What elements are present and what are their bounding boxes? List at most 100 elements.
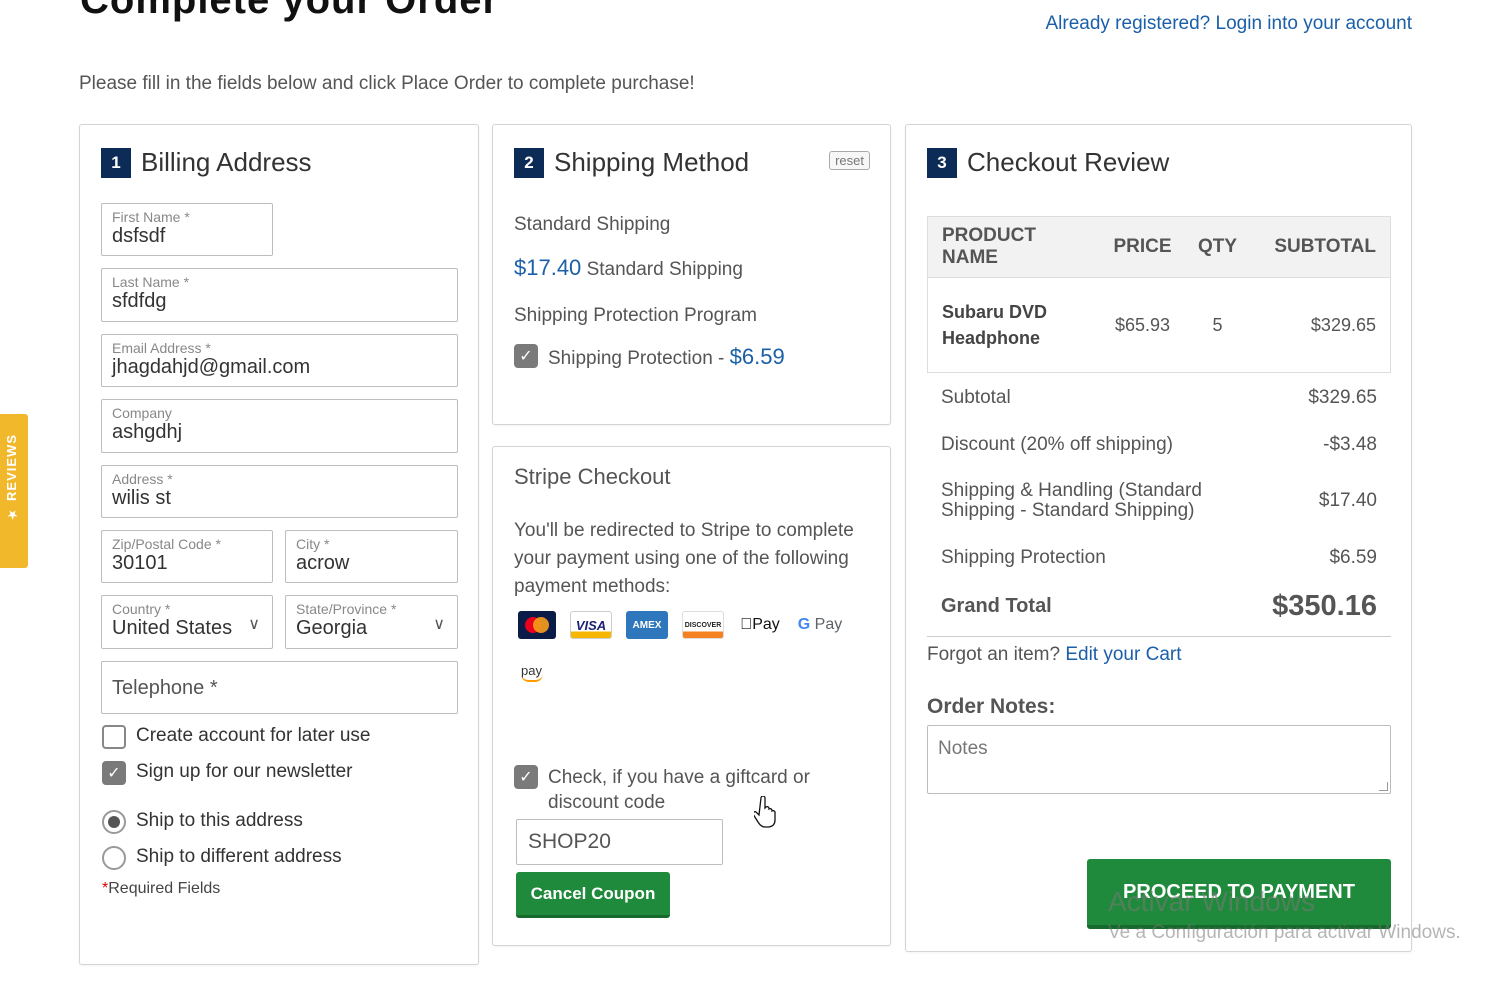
company-field[interactable]: Company ashgdhj	[101, 399, 458, 453]
shipping-handling-row: Shipping & Handling (Standard Shipping -…	[941, 481, 1377, 521]
chevron-down-icon: ∨	[433, 616, 445, 633]
field-label: Country	[112, 601, 162, 617]
review-header: 3 Checkout Review	[927, 147, 1169, 178]
table-row: Subaru DVD Headphone $65.93 5 $329.65	[928, 278, 1391, 373]
panel-title: Billing Address	[141, 147, 312, 177]
cancel-coupon-button[interactable]: Cancel Coupon	[516, 872, 670, 918]
apple-pay-icon: Pay	[740, 616, 780, 633]
city-field[interactable]: City * acrow	[285, 530, 458, 583]
grand-total-value: $350.16	[1272, 590, 1377, 622]
address-field[interactable]: Address * wilis st	[101, 465, 458, 518]
radio-button[interactable]	[102, 810, 126, 834]
field-value: dsfsdf	[112, 225, 166, 247]
summary-value: $17.40	[1318, 490, 1377, 511]
summary-label: Shipping & Handling (Standard Shipping -…	[941, 480, 1202, 521]
product-price: $65.93	[1114, 314, 1171, 335]
payment-methods: VISA AMEX DISCOVER Pay G Pay	[518, 611, 844, 639]
column-header: PRODUCT NAME	[927, 216, 1098, 278]
country-select[interactable]: Country * United States ∨	[101, 595, 273, 649]
column-header: PRICE	[1097, 216, 1188, 278]
product-qty: 5	[1212, 314, 1223, 335]
panel-title: Checkout Review	[967, 147, 1170, 177]
login-link[interactable]: Already registered? Login into your acco…	[1045, 13, 1412, 35]
table-header-row: PRODUCT NAME PRICE QTY SUBTOTAL	[927, 216, 1391, 278]
stripe-panel: Stripe Checkout You'll be redirected to …	[492, 446, 891, 946]
field-value: jhagdahjd@gmail.com	[112, 356, 311, 378]
field-label: Address	[112, 471, 164, 487]
field-label: State/Province	[296, 601, 388, 617]
column-header: QTY	[1187, 216, 1248, 278]
email-field[interactable]: Email Address * jhagdahjd@gmail.com	[101, 334, 458, 387]
field-value: acrow	[296, 552, 350, 574]
billing-panel: 1 Billing Address First Name * dsfsdf La…	[79, 124, 479, 965]
check-icon[interactable]: ✓	[514, 765, 538, 789]
stripe-description: You'll be redirected to Stripe to comple…	[514, 520, 854, 597]
step-badge: 3	[927, 147, 957, 178]
grand-total-label: Grand Total	[941, 595, 1052, 617]
visa-icon: VISA	[570, 611, 612, 639]
proceed-to-payment-button[interactable]: PROCEED TO PAYMENT	[1087, 859, 1391, 929]
field-label: City	[296, 536, 321, 552]
discount-row: Discount (20% off shipping) -$3.48	[941, 434, 1377, 456]
shipping-protection-row: Shipping Protection $6.59	[941, 547, 1377, 569]
summary-label: Discount (20% off shipping)	[941, 434, 1173, 455]
field-value: sfdfdg	[112, 290, 167, 312]
radio-button[interactable]	[102, 846, 126, 870]
giftcard-checkbox[interactable]: ✓ Check, if you have a giftcard or disco…	[514, 765, 834, 815]
telephone-placeholder: Telephone *	[112, 677, 218, 699]
summary-label: Shipping Protection	[941, 547, 1106, 568]
step-badge: 1	[101, 147, 131, 178]
google-pay-icon: G Pay	[797, 616, 843, 633]
discover-icon: DISCOVER	[682, 611, 724, 639]
field-label: Zip/Postal Code	[112, 536, 212, 552]
summary-value: $6.59	[1329, 547, 1377, 568]
product-name: Subaru DVD Headphone	[942, 302, 1048, 348]
create-account-checkbox[interactable]: Create account for later use	[102, 725, 370, 749]
ship-to-this-address-radio[interactable]: Ship to this address	[102, 810, 303, 834]
mastercard-icon	[518, 611, 556, 639]
step-badge: 2	[514, 147, 544, 178]
billing-header: 1 Billing Address	[101, 147, 312, 178]
checkbox-box[interactable]	[102, 725, 126, 749]
reviews-tab-label: ★ REVIEWS	[4, 434, 19, 522]
shipping-method-group: Standard Shipping	[514, 214, 671, 235]
reset-button[interactable]: reset	[829, 151, 870, 170]
check-icon[interactable]: ✓	[102, 761, 126, 785]
shipping-method-option[interactable]: $17.40 Standard Shipping	[514, 255, 743, 281]
zip-field[interactable]: Zip/Postal Code * 30101	[101, 530, 273, 583]
protection-label: Shipping Protection - $6.59	[548, 344, 785, 369]
radio-label: Ship to this address	[136, 810, 303, 831]
newsletter-checkbox[interactable]: ✓ Sign up for our newsletter	[102, 761, 353, 785]
last-name-field[interactable]: Last Name * sfdfdg	[101, 268, 458, 322]
required-fields-note: *Required Fields	[102, 880, 221, 897]
reviews-side-tab[interactable]: ★ REVIEWS	[0, 414, 28, 568]
product-subtotal: $329.65	[1310, 314, 1376, 335]
field-label: Company	[112, 405, 172, 421]
amazon-pay-icon: pay	[521, 663, 543, 682]
field-value: wilis st	[112, 487, 171, 509]
panel-title: Shipping Method	[554, 147, 750, 177]
summary-label: Subtotal	[941, 387, 1011, 408]
shipping-protection-checkbox[interactable]: ✓ Shipping Protection - $6.59	[514, 344, 785, 370]
order-notes-textarea[interactable]: Notes	[927, 725, 1391, 794]
protection-group: Shipping Protection Program	[514, 305, 757, 326]
page-title: Complete your Order	[80, 0, 500, 22]
shipping-price: $17.40	[514, 255, 582, 280]
stripe-title: Stripe Checkout	[514, 464, 671, 489]
field-value: Georgia	[296, 617, 368, 639]
divider	[927, 636, 1391, 637]
shipping-method-name: Standard Shipping	[586, 259, 743, 280]
field-value: ashgdhj	[112, 421, 183, 443]
edit-cart-link[interactable]: Edit your Cart	[1065, 644, 1181, 665]
telephone-field[interactable]: Telephone *	[101, 661, 458, 714]
column-header: SUBTOTAL	[1247, 216, 1391, 278]
shipping-header: 2 Shipping Method	[514, 147, 749, 178]
field-label: First Name	[112, 209, 181, 225]
check-icon[interactable]: ✓	[514, 344, 538, 368]
shipping-panel: 2 Shipping Method reset Standard Shippin…	[492, 124, 891, 425]
coupon-code-input[interactable]: SHOP20	[516, 819, 723, 865]
state-select[interactable]: State/Province * Georgia ∨	[285, 595, 458, 649]
forgot-item-text: Forgot an item? Edit your Cart	[927, 644, 1182, 665]
ship-to-different-address-radio[interactable]: Ship to different address	[102, 846, 342, 870]
first-name-field[interactable]: First Name * dsfsdf	[101, 203, 273, 256]
